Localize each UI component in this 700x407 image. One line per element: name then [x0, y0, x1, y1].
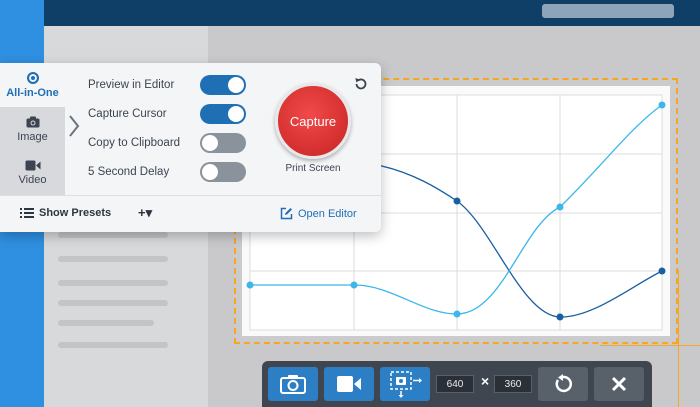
capture-cursor-toggle[interactable] — [200, 104, 246, 124]
dimension-separator: × — [481, 373, 490, 389]
restart-icon — [555, 374, 572, 393]
tab-all-in-one[interactable]: All-in-One — [0, 63, 65, 107]
crosshair-horizontal — [600, 345, 700, 346]
resize-region-button[interactable] — [380, 367, 430, 401]
panel-footer: Show Presets +▾ Open Editor — [0, 195, 381, 232]
tab-label: All-in-One — [6, 86, 59, 99]
chart-point-dark — [556, 313, 564, 321]
option-label: Preview in Editor — [88, 79, 175, 91]
tab-label: Video — [18, 174, 47, 186]
capture-button[interactable]: Capture — [275, 83, 351, 159]
tab-label: Image — [17, 130, 48, 143]
video-icon — [337, 376, 361, 392]
crosshair-vertical — [678, 270, 679, 407]
sidebar-placeholder-line — [58, 300, 168, 306]
header-search-bar — [542, 4, 674, 18]
preview-in-editor-toggle[interactable] — [200, 75, 246, 95]
tab-video[interactable]: Video — [0, 151, 65, 195]
option-label: 5 Second Delay — [88, 166, 170, 178]
capture-panel: All-in-One Image Video Preview in Editor… — [0, 63, 381, 232]
chart-point-dark — [658, 267, 666, 275]
5-second-delay-toggle[interactable] — [200, 162, 246, 182]
show-presets-button[interactable]: Show Presets — [20, 207, 111, 219]
reset-icon[interactable] — [353, 76, 369, 92]
restart-button[interactable] — [538, 367, 588, 401]
sidebar-placeholder-line — [58, 232, 168, 238]
add-preset-button[interactable]: +▾ — [138, 205, 152, 221]
capture-mode-tabs: All-in-One Image Video — [0, 63, 65, 195]
close-icon — [611, 376, 627, 392]
chart-point-light — [350, 281, 358, 289]
sidebar-placeholder-line — [58, 280, 168, 286]
chevron-right-icon — [69, 115, 80, 137]
copy-to-clipboard-toggle[interactable] — [200, 133, 246, 153]
video-icon — [25, 160, 40, 171]
chart-point-light — [658, 101, 666, 109]
list-icon — [20, 208, 34, 218]
edit-icon — [280, 207, 293, 220]
chart-point-dark — [453, 197, 461, 205]
camera-icon — [26, 116, 39, 127]
option-label: Copy to Clipboard — [88, 137, 181, 149]
height-input[interactable]: 360 — [494, 375, 532, 393]
sidebar-placeholder-line — [58, 342, 168, 348]
width-input[interactable]: 640 — [436, 375, 474, 393]
chart-point-light — [556, 203, 564, 211]
sidebar-placeholder-line — [58, 320, 154, 326]
option-copy-to-clipboard: Copy to Clipboard — [88, 133, 248, 153]
option-5-second-delay: 5 Second Delay — [88, 162, 248, 182]
tab-image[interactable]: Image — [0, 107, 65, 151]
open-editor-label: Open Editor — [298, 207, 357, 220]
video-capture-button[interactable] — [324, 367, 374, 401]
close-button[interactable] — [594, 367, 644, 401]
option-preview-in-editor: Preview in Editor — [88, 75, 248, 95]
app-header — [44, 0, 700, 26]
camera-icon — [280, 375, 306, 394]
capture-shortcut-label: Print Screen — [285, 163, 341, 174]
capture-toolbar: 640 × 360 — [262, 361, 652, 407]
chart-point-light — [453, 310, 461, 318]
option-capture-cursor: Capture Cursor — [88, 104, 248, 124]
option-label: Capture Cursor — [88, 108, 167, 120]
region-resize-icon — [390, 371, 422, 398]
sidebar-placeholder-line — [58, 256, 168, 262]
open-editor-button[interactable]: Open Editor — [280, 207, 357, 220]
image-capture-button[interactable] — [268, 367, 318, 401]
chart-point-light — [246, 281, 254, 289]
show-presets-label: Show Presets — [39, 207, 112, 219]
radio-icon — [26, 71, 39, 84]
